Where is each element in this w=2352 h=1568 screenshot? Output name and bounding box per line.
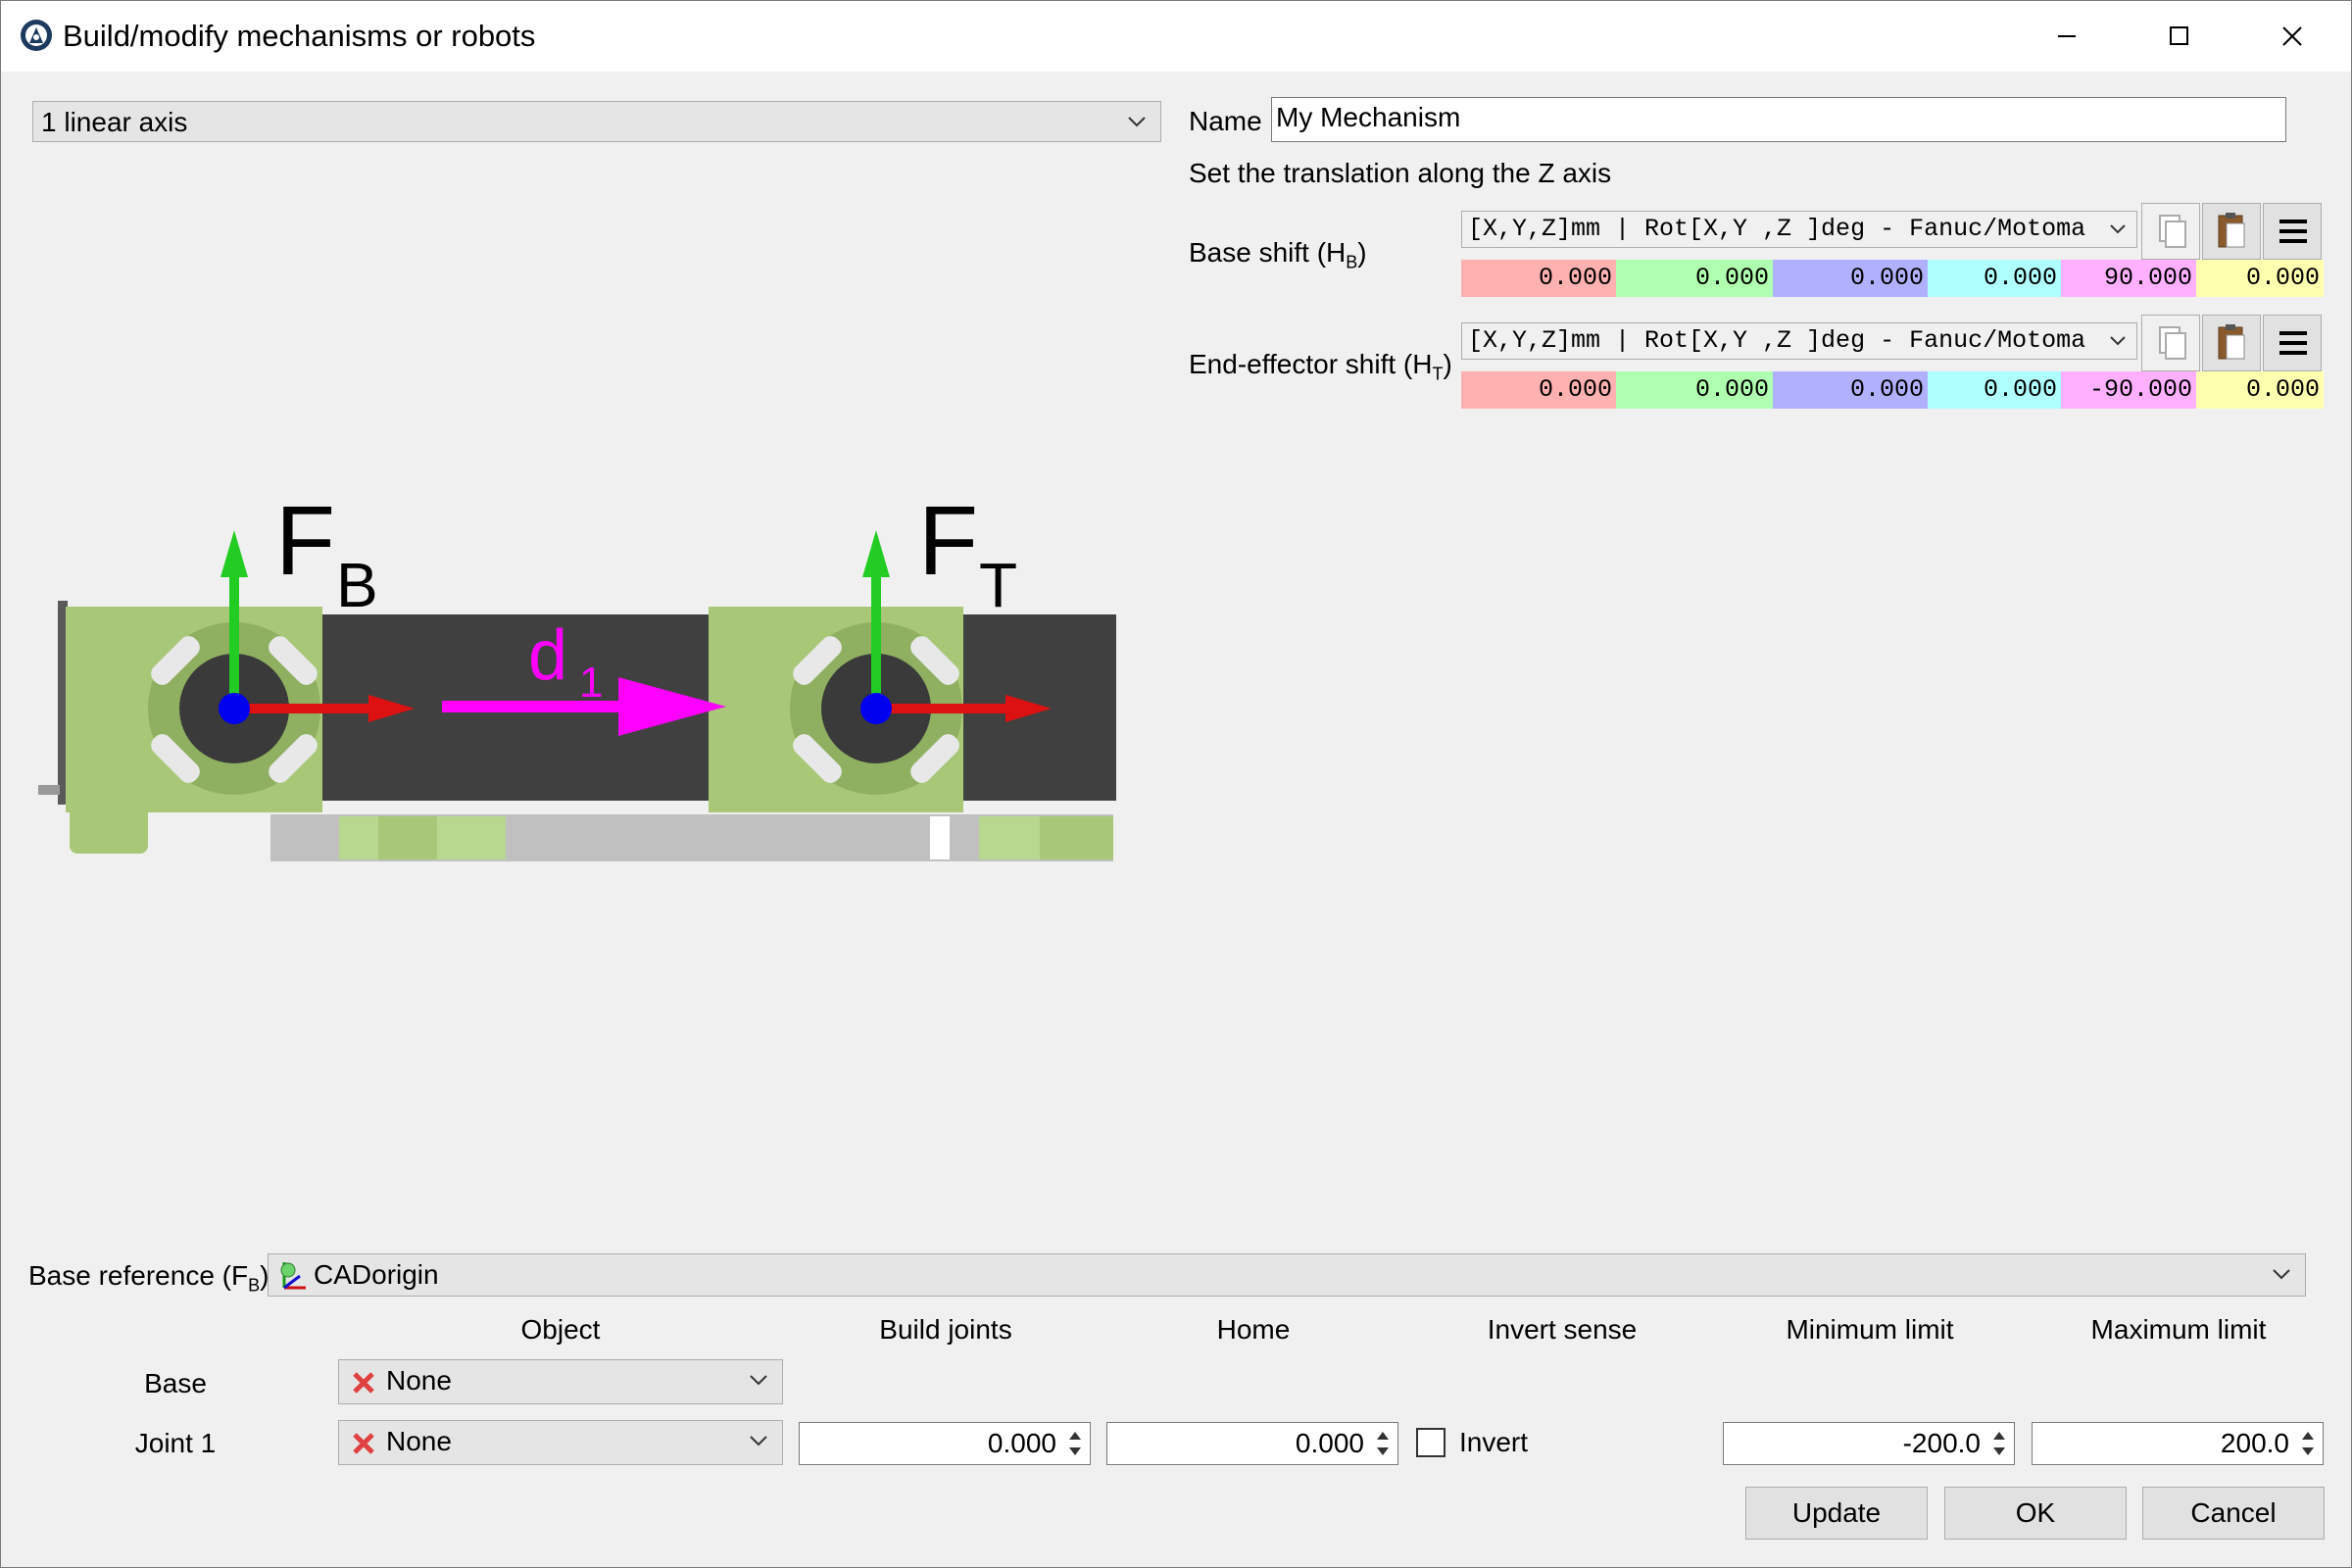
update-button[interactable]: Update [1745,1487,1928,1540]
chevron-down-icon [2110,224,2126,234]
base-shift-value-2[interactable]: 0.000 [1773,260,1928,297]
minimize-icon[interactable] [2037,11,2096,62]
maximize-icon[interactable] [2149,11,2208,62]
invert-checkbox[interactable] [1416,1428,1446,1457]
instruction-text: Set the translation along the Z axis [1189,158,1612,188]
paste-pose-button[interactable] [2202,203,2261,260]
maximum-limit-spinbox[interactable]: 200.0 [2032,1422,2324,1465]
reference-frame-icon [280,1262,306,1290]
minimum-limit-spinbox[interactable]: -200.0 [1723,1422,2015,1465]
copy-pose-button[interactable] [2141,315,2200,371]
window-title: Build/modify mechanisms or robots [63,19,536,53]
column-header-maximum-limit: Maximum limit [2090,1314,2267,1345]
column-header-object: Object [520,1314,601,1345]
spin-arrows-icon[interactable] [1060,1423,1090,1464]
base-shift-value-0[interactable]: 0.000 [1461,260,1616,297]
end-effector-shift-format-select[interactable]: [X,Y,Z]mm | Rot[X,Y ,Z ]deg - Fanuc/Moto… [1461,322,2137,360]
name-label: Name [1189,106,1262,136]
d1-subscript: 1 [579,659,603,707]
end-effector-shift-value-0[interactable]: 0.000 [1461,371,1616,409]
column-header-build-joints: Build joints [879,1314,1012,1345]
roboDK-app-icon [21,20,52,51]
invert-label: Invert [1459,1427,1529,1457]
spin-arrows-icon[interactable] [1984,1423,2014,1464]
chevron-down-icon [2110,336,2126,346]
row-label-joint-1: Joint 1 [134,1428,217,1458]
chevron-down-icon [1128,117,1146,127]
end-effector-shift-value-2[interactable]: 0.000 [1773,371,1928,409]
copy-icon [2159,215,2186,248]
copy-icon [2159,326,2186,360]
paste-pose-button[interactable] [2202,315,2261,371]
title-bar: Build/modify mechanisms or robots [1,1,2351,72]
chevron-down-icon [2273,1269,2290,1280]
build-joint-spinbox[interactable]: 0.000 [799,1422,1091,1465]
none-x-icon [353,1372,374,1394]
fb-z-arrow-icon [220,530,248,577]
paste-icon [2218,213,2245,248]
column-header-minimum-limit: Minimum limit [1786,1314,1954,1345]
d1-label: d [528,616,567,695]
chevron-down-icon [750,1436,767,1446]
fb-label: F [275,491,335,596]
chevron-down-icon [750,1375,767,1386]
end-effector-shift-value-5[interactable]: 0.000 [2196,371,2324,409]
end-effector-shift-value-1[interactable]: 0.000 [1616,371,1773,409]
menu-icon [2279,220,2307,243]
row-label-base: Base [144,1368,207,1398]
ft-label: F [918,491,978,596]
column-header-home: Home [1216,1314,1291,1345]
fb-subscript: B [336,550,378,620]
end-effector-shift-value-4[interactable]: -90.000 [2061,371,2196,409]
close-icon[interactable] [2263,11,2322,62]
ok-button[interactable]: OK [1944,1487,2127,1540]
cancel-button[interactable]: Cancel [2142,1487,2325,1540]
base-reference-value: CADorigin [314,1259,439,1290]
base-shift-label: Base shift (HB) [1189,237,1367,272]
base-shift-value-4[interactable]: 90.000 [2061,260,2196,297]
base-shift-format-select[interactable]: [X,Y,Z]mm | Rot[X,Y ,Z ]deg - Fanuc/Moto… [1461,211,2137,248]
linear-axis-diagram: F B F T d 1 [38,491,1116,861]
base-object-select[interactable]: None [338,1359,783,1404]
base-shift-value-1[interactable]: 0.000 [1616,260,1773,297]
ft-subscript: T [979,550,1017,620]
paste-icon [2218,324,2245,360]
column-header-invert-sense: Invert sense [1487,1314,1638,1345]
name-field[interactable]: My Mechanism [1271,97,2286,142]
none-x-icon [353,1433,374,1454]
menu-icon [2279,331,2307,355]
mechanism-dialog: Build/modify mechanisms or robots 1 line… [0,0,2352,1568]
joint-1-object-select[interactable]: None [338,1420,783,1465]
mechanism-type-select[interactable]: 1 linear axis [32,101,1161,142]
home-spinbox[interactable]: 0.000 [1106,1422,1398,1465]
spin-arrows-icon[interactable] [1368,1423,1397,1464]
base-shift-value-3[interactable]: 0.000 [1928,260,2061,297]
base-shift-value-5[interactable]: 0.000 [2196,260,2324,297]
ft-z-arrow-icon [862,530,890,577]
end-effector-shift-label: End-effector shift (HT) [1189,349,1452,384]
base-reference-select[interactable]: CADorigin [268,1253,2306,1297]
pose-menu-button[interactable] [2263,203,2322,260]
spin-arrows-icon[interactable] [2293,1423,2323,1464]
pose-menu-button[interactable] [2263,315,2322,371]
end-effector-shift-value-3[interactable]: 0.000 [1928,371,2061,409]
copy-pose-button[interactable] [2141,203,2200,260]
base-reference-label: Base reference (FB) [28,1260,270,1296]
mechanism-type-value: 1 linear axis [41,107,188,137]
